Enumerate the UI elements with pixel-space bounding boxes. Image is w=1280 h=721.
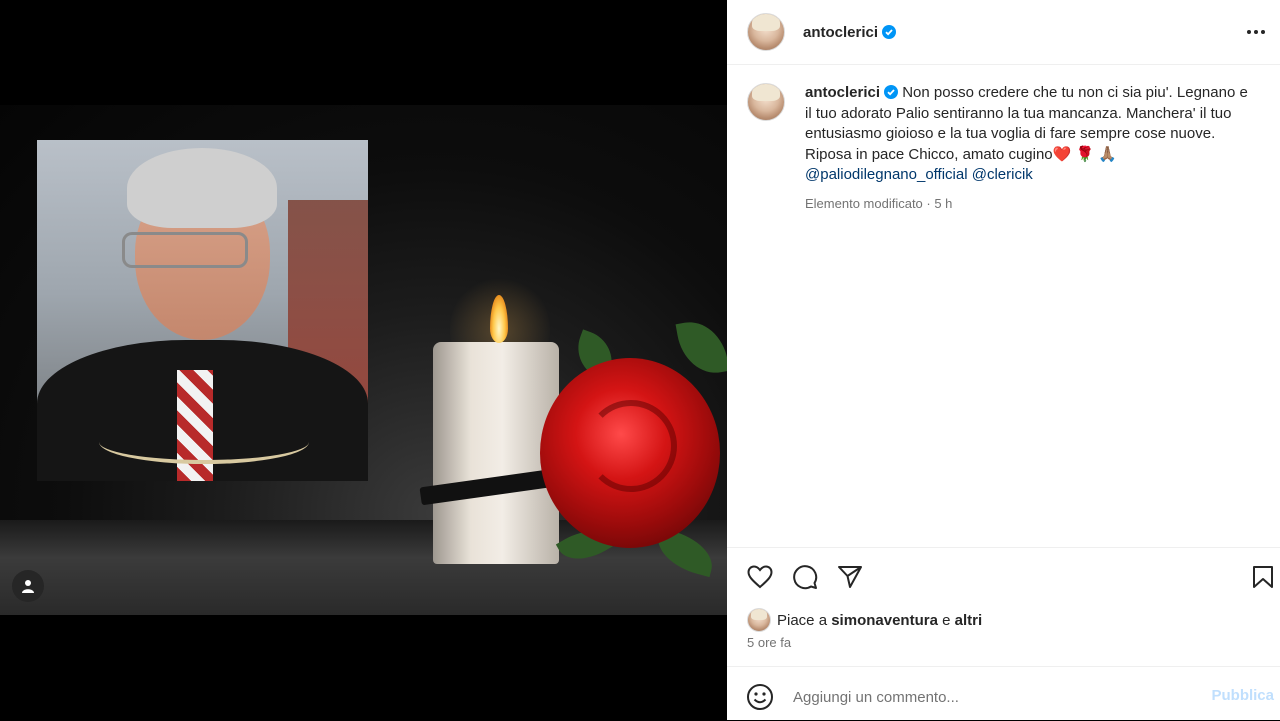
verified-badge-icon (882, 25, 897, 39)
caption-emojis: ❤️ 🌹 🙏🏽 (1052, 145, 1118, 163)
caption-meta: Elemento modificato · 5 h (805, 195, 953, 211)
likes-others-link[interactable]: altri (955, 612, 983, 629)
post-comment-button[interactable]: Pubblica (1211, 687, 1274, 704)
emoji-icon (747, 684, 773, 710)
caption-username[interactable]: antoclerici (805, 84, 880, 101)
avatar[interactable] (747, 83, 785, 121)
more-options-button[interactable] (1242, 18, 1270, 46)
more-options-icon (1247, 30, 1265, 34)
share-icon (838, 566, 862, 588)
verified-badge-icon (884, 85, 899, 99)
emoji-button[interactable] (746, 683, 774, 711)
post-header: antoclerici (727, 0, 1280, 65)
post-timestamp[interactable]: 5 ore fa (747, 635, 791, 650)
liker-username[interactable]: simonaventura (831, 612, 938, 629)
share-button[interactable] (836, 563, 864, 591)
mention-link[interactable]: @paliodilegnano_official (805, 166, 968, 183)
mention-link[interactable]: @clericik (972, 166, 1033, 183)
post-sidebar: antoclerici antoclerici Non posso creder… (727, 0, 1280, 720)
action-bar (727, 547, 1280, 606)
heart-icon (747, 565, 773, 589)
comment-button[interactable] (791, 563, 819, 591)
like-button[interactable] (746, 563, 774, 591)
tagged-users-button[interactable] (12, 570, 44, 602)
bookmark-icon (1253, 566, 1273, 588)
post-photo (0, 105, 727, 615)
comment-icon (793, 565, 818, 590)
add-comment-bar: Pubblica (727, 666, 1280, 721)
caption: antoclerici Non posso credere che tu non… (747, 83, 1267, 214)
portrait-photo (37, 140, 368, 481)
post-media (0, 0, 727, 720)
caption-body: antoclerici Non posso credere che tu non… (805, 83, 1255, 214)
save-button[interactable] (1249, 563, 1277, 591)
comment-input[interactable] (791, 683, 1195, 711)
likes-summary: Piace a simonaventura e altri (747, 608, 982, 632)
avatar[interactable] (747, 13, 785, 51)
user-tag-icon (22, 580, 34, 593)
header-username[interactable]: antoclerici (803, 24, 878, 41)
avatar[interactable] (747, 608, 771, 632)
